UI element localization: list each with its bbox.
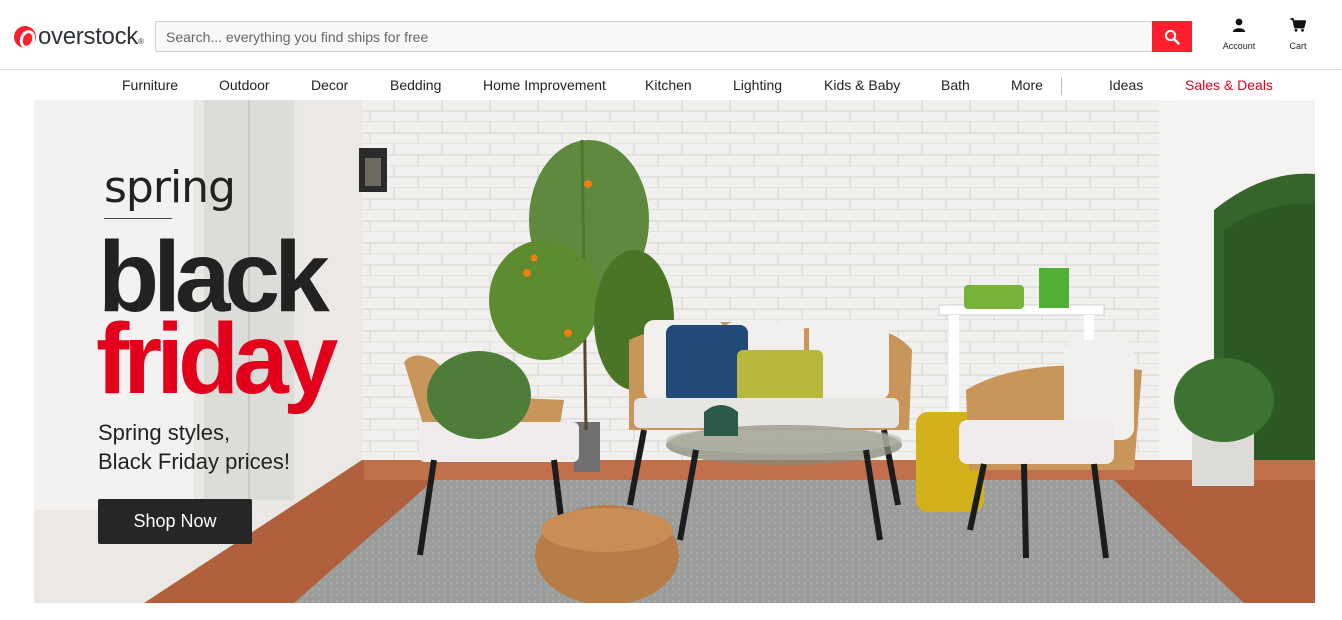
nav-item-more[interactable]: More — [1011, 77, 1043, 93]
nav-item-kids-baby[interactable]: Kids & Baby — [824, 77, 900, 93]
cart-icon — [1290, 18, 1307, 32]
nav-item-outdoor[interactable]: Outdoor — [219, 77, 270, 93]
nav-item-bedding[interactable]: Bedding — [390, 77, 441, 93]
search-icon — [1164, 29, 1180, 45]
search-bar — [155, 21, 1192, 52]
hero-kicker: spring — [104, 162, 236, 213]
nav-item-home-improvement[interactable]: Home Improvement — [483, 77, 606, 93]
account-button[interactable]: Account — [1216, 18, 1262, 51]
hero-headline-friday: friday — [96, 303, 338, 415]
hero-subtext-line-2: Black Friday prices! — [98, 449, 290, 474]
user-icon — [1232, 18, 1246, 32]
hero-banner[interactable]: spring black friday Spring styles, Black… — [34, 100, 1315, 603]
nav-item-decor[interactable]: Decor — [311, 77, 348, 93]
search-button[interactable] — [1152, 21, 1192, 52]
nav-item-ideas[interactable]: Ideas — [1109, 77, 1143, 93]
overstock-logo[interactable]: overstock® — [14, 22, 144, 52]
cart-button[interactable]: Cart — [1275, 18, 1321, 51]
category-nav: Furniture Outdoor Decor Bedding Home Imp… — [0, 70, 1342, 100]
cart-label: Cart — [1289, 41, 1307, 51]
search-input[interactable] — [156, 22, 1153, 51]
nav-item-kitchen[interactable]: Kitchen — [645, 77, 692, 93]
nav-item-lighting[interactable]: Lighting — [733, 77, 782, 93]
shop-now-button[interactable]: Shop Now — [98, 499, 252, 544]
logo-text: overstock® — [38, 23, 144, 50]
nav-divider — [1061, 77, 1062, 95]
nav-item-furniture[interactable]: Furniture — [122, 77, 178, 93]
nav-item-bath[interactable]: Bath — [941, 77, 970, 93]
site-header: overstock® Account Cart — [0, 0, 1342, 70]
hero-subtext-line-1: Spring styles, — [98, 420, 231, 445]
logo-mark-icon — [14, 26, 36, 48]
nav-item-sales-deals[interactable]: Sales & Deals — [1185, 77, 1273, 93]
account-label: Account — [1222, 41, 1256, 51]
